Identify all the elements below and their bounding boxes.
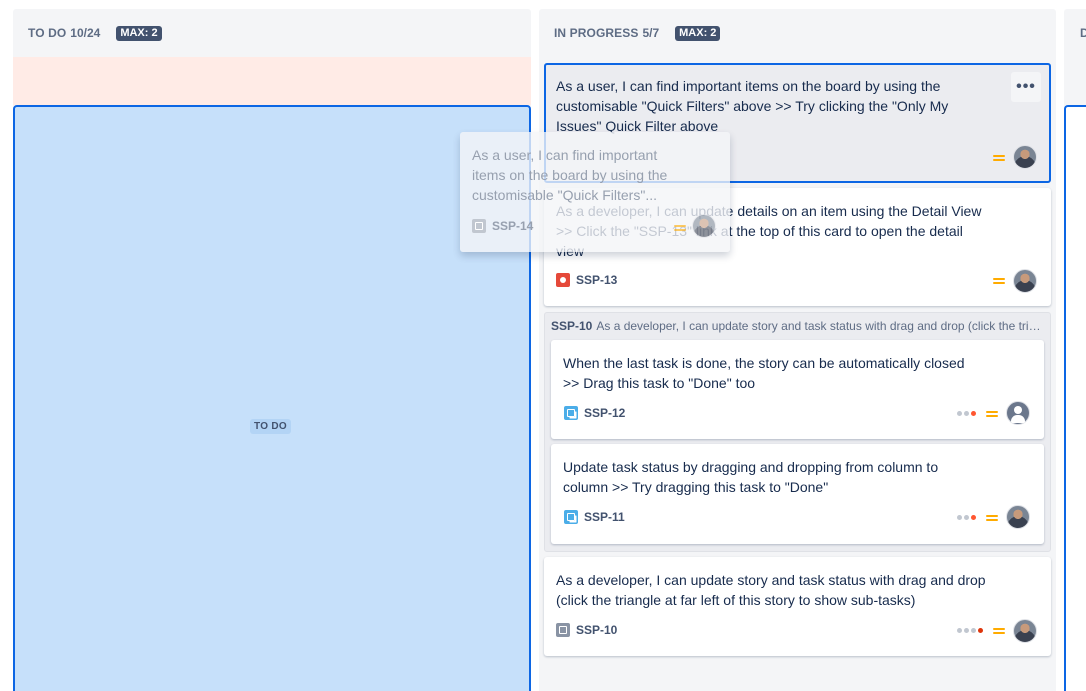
assignee-avatar[interactable] <box>1006 505 1030 529</box>
card-key[interactable]: SSP-10 <box>556 623 617 637</box>
summary-line: column >> Try dragging this task to "Don… <box>563 479 829 495</box>
bug-icon <box>556 273 570 287</box>
story-icon <box>556 623 570 637</box>
summary-line: customisable "Quick Filters" above >> Tr… <box>556 98 949 114</box>
drop-zone-todo[interactable] <box>13 105 531 691</box>
story-icon <box>472 219 486 233</box>
column-count: 10/24 <box>70 26 101 40</box>
card-summary: As a user, I can find important items on… <box>472 145 712 205</box>
summary-line: (click the triangle at far left of this … <box>556 592 916 608</box>
summary-line: As a user, I can find important items on… <box>556 78 941 94</box>
unassigned-avatar-icon[interactable] <box>1006 401 1030 425</box>
column-title: IN PROGRESS <box>554 26 639 40</box>
priority-medium-icon <box>993 277 1005 285</box>
more-actions-button[interactable]: ••• <box>1011 72 1041 102</box>
card-summary: Update task status by dragging and dropp… <box>563 457 938 497</box>
limit-warning-band <box>13 57 531 105</box>
parent-summary: As a developer, I can update story and t… <box>596 319 1045 333</box>
issue-key: SSP-10 <box>576 623 618 637</box>
parent-story-header[interactable]: SSP-10 As a developer, I can update story… <box>551 319 1045 333</box>
card-ssp-10[interactable]: As a developer, I can update story and t… <box>544 557 1051 656</box>
assignee-avatar <box>692 214 716 238</box>
column-header-in-progress: IN PROGRESS 5/7 MAX: 2 <box>554 25 721 41</box>
column-count: 5/7 <box>642 26 660 40</box>
issue-key: SSP-13 <box>576 273 618 287</box>
summary-line: items on the board by using the <box>472 167 668 183</box>
parent-key: SSP-10 <box>551 319 593 333</box>
drop-zone-done[interactable] <box>1064 105 1086 691</box>
drop-zone-label: TO DO <box>250 419 291 434</box>
column-header-done: D <box>1080 26 1086 40</box>
estimate-dots <box>957 411 976 416</box>
card-ssp-11[interactable]: Update task status by dragging and dropp… <box>551 444 1044 544</box>
priority-medium-icon <box>674 224 686 232</box>
column-title: TO DO <box>28 26 67 40</box>
drag-ghost-card-ssp-14[interactable]: As a user, I can find important items on… <box>460 132 730 252</box>
issue-key: SSP-11 <box>584 510 625 524</box>
subtask-icon <box>564 510 578 524</box>
priority-medium-icon <box>986 514 998 522</box>
column-done: D <box>1064 9 1086 691</box>
priority-medium-icon <box>986 410 998 418</box>
card-key[interactable]: SSP-13 <box>556 273 617 287</box>
summary-line: customisable "Quick Filters"... <box>472 187 657 203</box>
summary-line: As a user, I can find important <box>472 147 658 163</box>
assignee-avatar[interactable] <box>1013 619 1037 643</box>
card-key: SSP-14 <box>472 219 533 233</box>
max-badge: MAX: 2 <box>116 25 162 41</box>
card-key[interactable]: SSP-11 <box>564 510 625 524</box>
assignee-avatar[interactable] <box>1013 145 1037 169</box>
priority-medium-icon <box>993 154 1005 162</box>
summary-line: >> Drag this task to "Done" too <box>563 375 756 391</box>
summary-line: As a developer, I can update story and t… <box>556 572 986 588</box>
assignee-avatar[interactable] <box>1013 269 1037 293</box>
summary-line: Update task status by dragging and dropp… <box>563 459 939 475</box>
estimate-dots <box>957 628 983 633</box>
priority-medium-icon <box>993 627 1005 635</box>
subtask-icon <box>564 406 578 420</box>
card-summary: As a developer, I can update story and t… <box>556 570 986 610</box>
card-summary: As a user, I can find important items on… <box>556 76 996 136</box>
card-summary: When the last task is done, the story ca… <box>563 353 965 393</box>
max-badge: MAX: 2 <box>675 25 721 41</box>
column-title: D <box>1080 26 1086 40</box>
estimate-dots <box>957 515 976 520</box>
column-header-todo: TO DO 10/24 MAX: 2 <box>28 25 162 41</box>
card-key[interactable]: SSP-12 <box>564 406 625 420</box>
issue-key: SSP-14 <box>492 219 534 233</box>
card-ssp-12[interactable]: When the last task is done, the story ca… <box>551 340 1044 439</box>
summary-line: When the last task is done, the story ca… <box>563 355 965 371</box>
issue-key: SSP-12 <box>584 406 626 420</box>
